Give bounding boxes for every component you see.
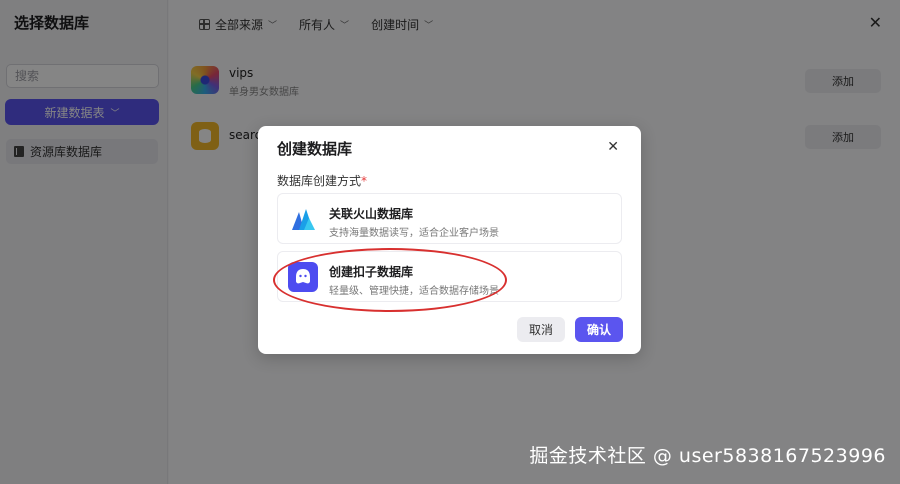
- create-database-dialog: 创建数据库 ✕ 数据库创建方式* 关联火山数据库 支持海量数据读写，适合企业客户…: [258, 126, 641, 354]
- option-volcano-database[interactable]: 关联火山数据库 支持海量数据读写，适合企业客户场景: [277, 193, 622, 244]
- required-mark: *: [361, 174, 368, 188]
- option-name: 关联火山数据库: [329, 207, 414, 221]
- method-label: 数据库创建方式*: [277, 172, 367, 189]
- close-icon[interactable]: ✕: [607, 139, 619, 155]
- cancel-button[interactable]: 取消: [517, 317, 565, 342]
- highlight-circle: [273, 248, 507, 312]
- method-label-text: 数据库创建方式: [277, 174, 362, 188]
- dialog-title: 创建数据库: [277, 140, 353, 158]
- confirm-button[interactable]: 确认: [575, 317, 623, 342]
- watermark: 掘金技术社区 @ user5838167523996: [529, 445, 886, 467]
- volcano-icon: [288, 204, 318, 234]
- option-desc: 支持海量数据读写，适合企业客户场景: [329, 228, 499, 239]
